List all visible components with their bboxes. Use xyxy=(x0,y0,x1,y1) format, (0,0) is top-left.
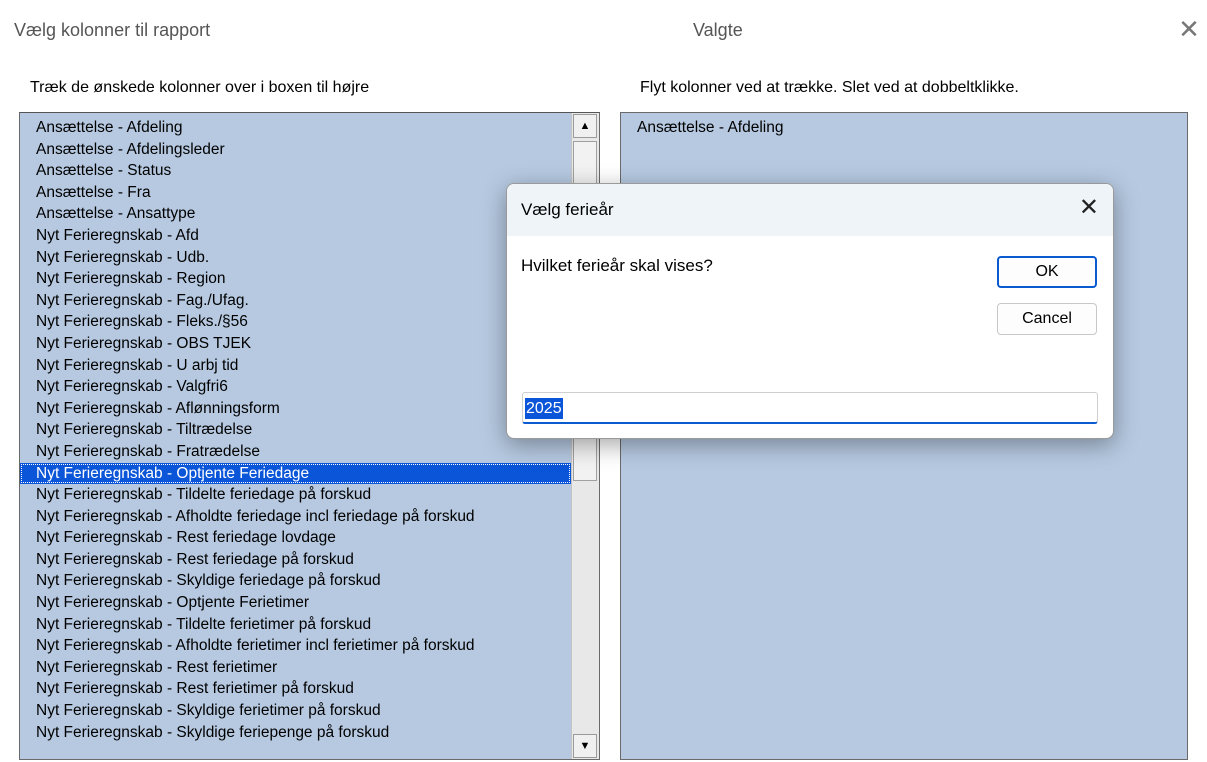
window-close-icon[interactable]: ✕ xyxy=(1176,16,1202,42)
list-item[interactable]: Ansættelse - Afdelingsleder xyxy=(20,139,571,161)
cancel-button[interactable]: Cancel xyxy=(997,303,1097,335)
list-item[interactable]: Nyt Ferieregnskab - Optjente Ferietimer xyxy=(20,592,571,614)
list-item[interactable]: Ansættelse - Ansattype xyxy=(20,203,571,225)
list-item[interactable]: Nyt Ferieregnskab - Optjente Feriedage xyxy=(20,462,571,485)
window-title-right: Valgte xyxy=(693,20,743,40)
list-item[interactable]: Ansættelse - Fra xyxy=(20,182,571,204)
dialog-titlebar: Vælg ferieår ✕ xyxy=(507,184,1113,236)
list-item[interactable]: Ansættelse - Afdeling xyxy=(20,117,571,139)
year-input-selected-text: 2025 xyxy=(525,398,563,419)
list-item[interactable]: Nyt Ferieregnskab - Rest feriedage lovda… xyxy=(20,527,571,549)
choose-holiday-year-dialog: Vælg ferieår ✕ Hvilket ferieår skal vise… xyxy=(506,183,1114,439)
available-columns-items: Ansættelse - Afdeling Ansættelse - Afdeli… xyxy=(20,117,571,743)
list-item[interactable]: Nyt Ferieregnskab - Fag./Ufag. xyxy=(20,290,571,312)
list-item[interactable]: Nyt Ferieregnskab - Afholdte feriedage i… xyxy=(20,506,571,528)
list-item[interactable]: Nyt Ferieregnskab - Fratrædelse xyxy=(20,441,571,463)
dialog-question: Hvilket ferieår skal vises? xyxy=(521,256,713,275)
list-item[interactable]: Nyt Ferieregnskab - Aflønningsform xyxy=(20,398,571,420)
list-item[interactable]: Nyt Ferieregnskab - Afd xyxy=(20,225,571,247)
list-item[interactable]: Nyt Ferieregnskab - Tiltrædelse xyxy=(20,419,571,441)
dialog-close-icon[interactable]: ✕ xyxy=(1079,196,1099,220)
dialog-title: Vælg ferieår xyxy=(521,200,614,219)
list-item[interactable]: Nyt Ferieregnskab - Region xyxy=(20,268,571,290)
scroll-up-arrow-icon[interactable]: ▲ xyxy=(573,114,597,138)
list-item[interactable]: Nyt Ferieregnskab - Rest ferietimer på f… xyxy=(20,678,571,700)
list-item[interactable]: Nyt Ferieregnskab - Skyldige ferietimer … xyxy=(20,700,571,722)
list-item[interactable]: Nyt Ferieregnskab - Tildelte feriedage p… xyxy=(20,484,571,506)
list-item[interactable]: Nyt Ferieregnskab - Rest feriedage på fo… xyxy=(20,549,571,571)
list-item[interactable]: Ansættelse - Afdeling xyxy=(621,117,1187,139)
left-instruction: Træk de ønskede kolonner over i boxen ti… xyxy=(30,79,370,96)
list-item[interactable]: Ansættelse - Status xyxy=(20,160,571,182)
selected-columns-items: Ansættelse - Afdeling xyxy=(621,117,1187,139)
list-item[interactable]: Nyt Ferieregnskab - Udb. xyxy=(20,247,571,269)
scroll-down-arrow-icon[interactable]: ▼ xyxy=(573,734,597,758)
window-title-left: Vælg kolonner til rapport xyxy=(14,20,211,40)
list-item[interactable]: Nyt Ferieregnskab - Afholdte ferietimer … xyxy=(20,635,571,657)
year-input[interactable]: 2025 xyxy=(522,392,1098,424)
right-instruction: Flyt kolonner ved at trække. Slet ved at… xyxy=(640,79,1019,96)
list-item[interactable]: Nyt Ferieregnskab - Rest ferietimer xyxy=(20,657,571,679)
ok-button[interactable]: OK xyxy=(997,256,1097,288)
list-item[interactable]: Nyt Ferieregnskab - Tildelte ferietimer … xyxy=(20,614,571,636)
list-item[interactable]: Nyt Ferieregnskab - Skyldige feriepenge … xyxy=(20,722,571,744)
list-item[interactable]: Nyt Ferieregnskab - Skyldige feriedage p… xyxy=(20,570,571,592)
list-item[interactable]: Nyt Ferieregnskab - Valgfri6 xyxy=(20,376,571,398)
list-item[interactable]: Nyt Ferieregnskab - OBS TJEK xyxy=(20,333,571,355)
list-item[interactable]: Nyt Ferieregnskab - U arbj tid xyxy=(20,355,571,377)
list-item[interactable]: Nyt Ferieregnskab - Fleks./§56 xyxy=(20,311,571,333)
